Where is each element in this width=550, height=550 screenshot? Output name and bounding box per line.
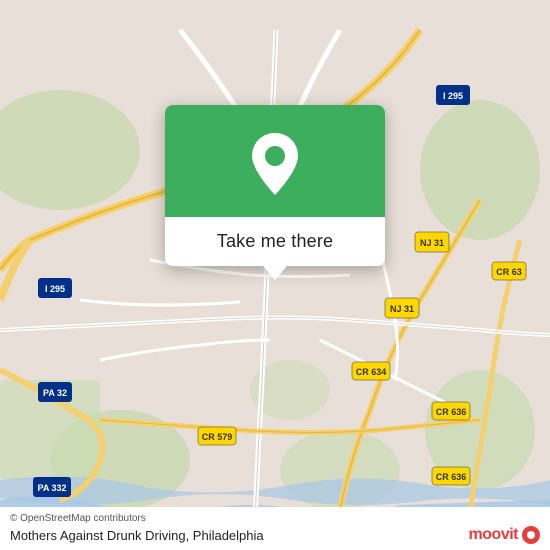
location-pin-icon [248,133,302,195]
svg-text:CR 634: CR 634 [356,367,387,377]
location-title-row: Mothers Against Drunk Driving, Philadelp… [10,526,540,544]
moovit-text: moovit [469,526,518,544]
svg-text:I 295: I 295 [443,91,463,101]
take-me-there-button[interactable]: Take me there [217,231,333,252]
moovit-logo: moovit [469,526,540,544]
svg-text:CR 636: CR 636 [436,472,467,482]
svg-text:CR 579: CR 579 [202,432,233,442]
osm-credit: © OpenStreetMap contributors [10,513,540,524]
popup-card: Take me there [165,105,385,266]
svg-text:CR 636: CR 636 [436,407,467,417]
map-container: I 295 I 295 NJ 31 NJ 31 PA 32 PA 332 CR … [0,0,550,550]
bottom-bar: © OpenStreetMap contributors Mothers Aga… [0,507,550,550]
moovit-dot-icon [522,526,540,544]
location-title: Mothers Against Drunk Driving, Philadelp… [10,528,264,543]
svg-text:I 295: I 295 [45,284,65,294]
svg-text:NJ 31: NJ 31 [390,304,414,314]
svg-text:PA 32: PA 32 [43,388,67,398]
svg-text:CR 63: CR 63 [496,267,522,277]
svg-text:NJ 31: NJ 31 [420,238,444,248]
popup-button-area: Take me there [165,217,385,266]
moovit-dot-inner [527,531,535,539]
popup-header [165,105,385,217]
svg-text:PA 332: PA 332 [37,483,66,493]
